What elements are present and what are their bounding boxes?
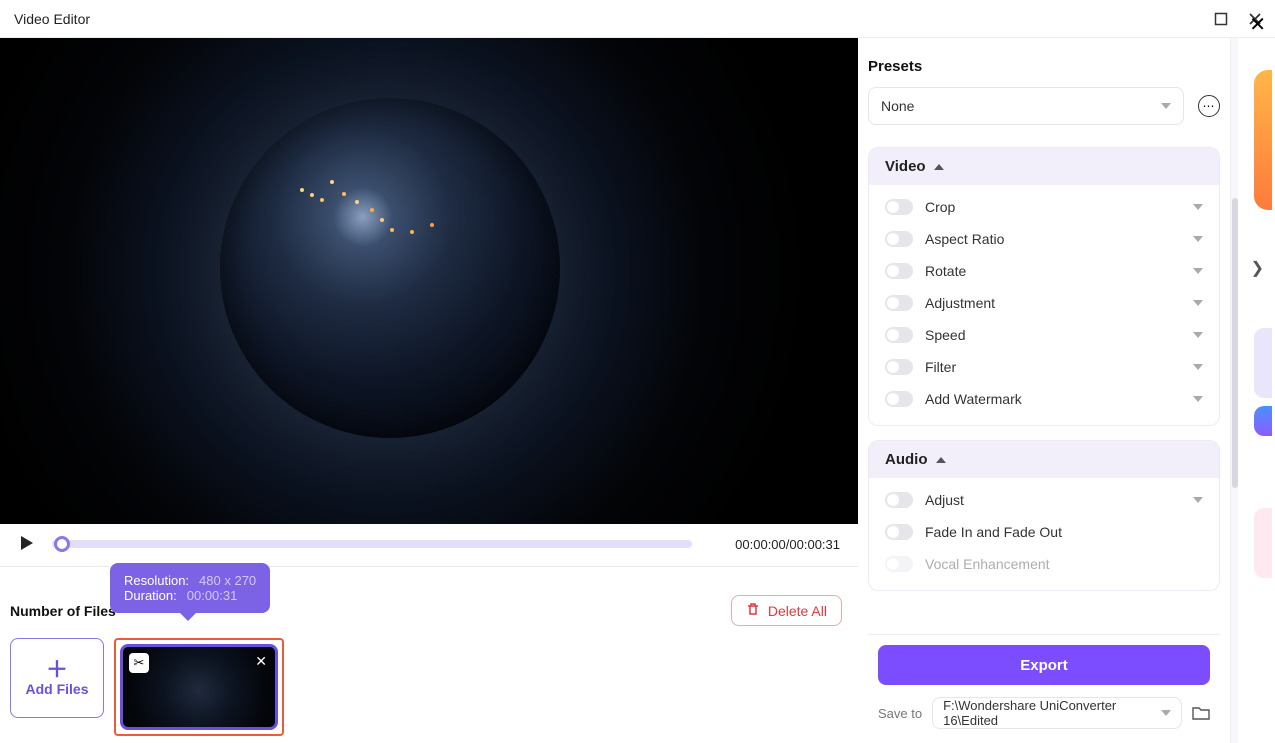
- audio-section: Audio Adjust Fade In and Fade Out Vocal …: [868, 440, 1220, 591]
- chevron-down-icon: [1193, 236, 1203, 242]
- preview-content: [220, 98, 560, 438]
- toggle-aspect[interactable]: [885, 231, 913, 247]
- option-watermark[interactable]: Add Watermark: [885, 383, 1203, 415]
- plus-icon: ＋: [46, 659, 68, 681]
- clip-tooltip: Resolution:480 x 270 Duration:00:00:31: [110, 563, 270, 613]
- playback-controls: 00:00:00/00:00:31: [0, 524, 858, 564]
- toggle-speed[interactable]: [885, 327, 913, 343]
- delete-all-button[interactable]: Delete All: [731, 595, 842, 626]
- right-panel-wrap: Presets None ⋯ Video Crop Aspect Ratio: [858, 38, 1275, 743]
- toggle-vocal[interactable]: [885, 556, 913, 572]
- presets-title: Presets: [868, 58, 1220, 75]
- seek-bar[interactable]: [52, 540, 692, 548]
- audio-section-header[interactable]: Audio: [869, 441, 1219, 478]
- chevron-down-icon: [1193, 300, 1203, 306]
- chevron-down-icon: [1193, 497, 1203, 503]
- export-button[interactable]: Export: [878, 645, 1210, 685]
- chevron-right-icon[interactable]: ❯: [1251, 258, 1264, 278]
- chevron-down-icon: [1193, 396, 1203, 402]
- video-section: Video Crop Aspect Ratio Rotate Adjustmen…: [868, 147, 1220, 426]
- clip-thumbnail[interactable]: ✂ ✕: [120, 644, 278, 730]
- remove-clip-icon[interactable]: ✕: [255, 653, 267, 670]
- maximize-button[interactable]: [1213, 11, 1229, 27]
- toggle-adjust[interactable]: [885, 492, 913, 508]
- settings-scroll: Video Crop Aspect Ratio Rotate Adjustmen…: [868, 147, 1220, 634]
- play-button[interactable]: [18, 534, 38, 554]
- add-files-button[interactable]: ＋ Add Files: [10, 638, 104, 718]
- preset-select[interactable]: None: [868, 87, 1184, 125]
- export-area: Export Save to F:\Wondershare UniConvert…: [868, 634, 1220, 743]
- toggle-watermark[interactable]: [885, 391, 913, 407]
- toggle-crop[interactable]: [885, 199, 913, 215]
- toggle-adjustment[interactable]: [885, 295, 913, 311]
- collapse-icon: [934, 164, 944, 170]
- save-path-select[interactable]: F:\Wondershare UniConverter 16\Edited: [932, 697, 1182, 729]
- cut-icon[interactable]: ✂: [129, 653, 149, 673]
- files-area: Resolution:480 x 270 Duration:00:00:31 N…: [0, 573, 858, 736]
- panel-scrollbar[interactable]: [1230, 38, 1238, 743]
- folder-icon[interactable]: [1192, 705, 1210, 721]
- preview-content-lights: [300, 188, 304, 192]
- sidebar-peek-item[interactable]: [1254, 406, 1272, 436]
- toggle-filter[interactable]: [885, 359, 913, 375]
- chevron-down-icon: [1193, 268, 1203, 274]
- clip-highlight: ✂ ✕: [114, 638, 284, 736]
- option-vocal[interactable]: Vocal Enhancement: [885, 548, 1203, 580]
- option-adjust[interactable]: Adjust: [885, 484, 1203, 516]
- sidebar-peek-item[interactable]: [1254, 508, 1272, 578]
- app-sidebar-peek: ✕ ❯: [1238, 38, 1272, 743]
- toggle-rotate[interactable]: [885, 263, 913, 279]
- toggle-fade[interactable]: [885, 524, 913, 540]
- chevron-down-icon: [1161, 710, 1171, 716]
- timecode: 00:00:00/00:00:31: [735, 537, 840, 552]
- close-panel-icon[interactable]: ✕: [1249, 12, 1266, 37]
- sidebar-peek-item[interactable]: [1254, 328, 1272, 398]
- window-title: Video Editor: [14, 11, 90, 27]
- option-rotate[interactable]: Rotate: [885, 255, 1203, 287]
- option-aspect-ratio[interactable]: Aspect Ratio: [885, 223, 1203, 255]
- sidebar-promo[interactable]: [1254, 70, 1272, 210]
- save-to-label: Save to: [878, 706, 922, 721]
- seek-handle[interactable]: [54, 536, 70, 552]
- chevron-down-icon: [1193, 332, 1203, 338]
- chevron-down-icon: [1193, 364, 1203, 370]
- video-section-header[interactable]: Video: [869, 148, 1219, 185]
- option-filter[interactable]: Filter: [885, 351, 1203, 383]
- option-speed[interactable]: Speed: [885, 319, 1203, 351]
- chevron-down-icon: [1193, 204, 1203, 210]
- settings-panel: Presets None ⋯ Video Crop Aspect Ratio: [858, 38, 1230, 743]
- video-preview[interactable]: [0, 38, 858, 524]
- option-fade[interactable]: Fade In and Fade Out: [885, 516, 1203, 548]
- collapse-icon: [936, 457, 946, 463]
- more-options-button[interactable]: ⋯: [1198, 95, 1220, 117]
- option-crop[interactable]: Crop: [885, 191, 1203, 223]
- option-adjustment[interactable]: Adjustment: [885, 287, 1203, 319]
- trash-icon: [746, 602, 760, 619]
- editor-main: 00:00:00/00:00:31 Resolution:480 x 270 D…: [0, 38, 858, 743]
- chevron-down-icon: [1161, 103, 1171, 109]
- titlebar: Video Editor: [0, 0, 1275, 38]
- file-count-label: Number of Files: [10, 603, 116, 619]
